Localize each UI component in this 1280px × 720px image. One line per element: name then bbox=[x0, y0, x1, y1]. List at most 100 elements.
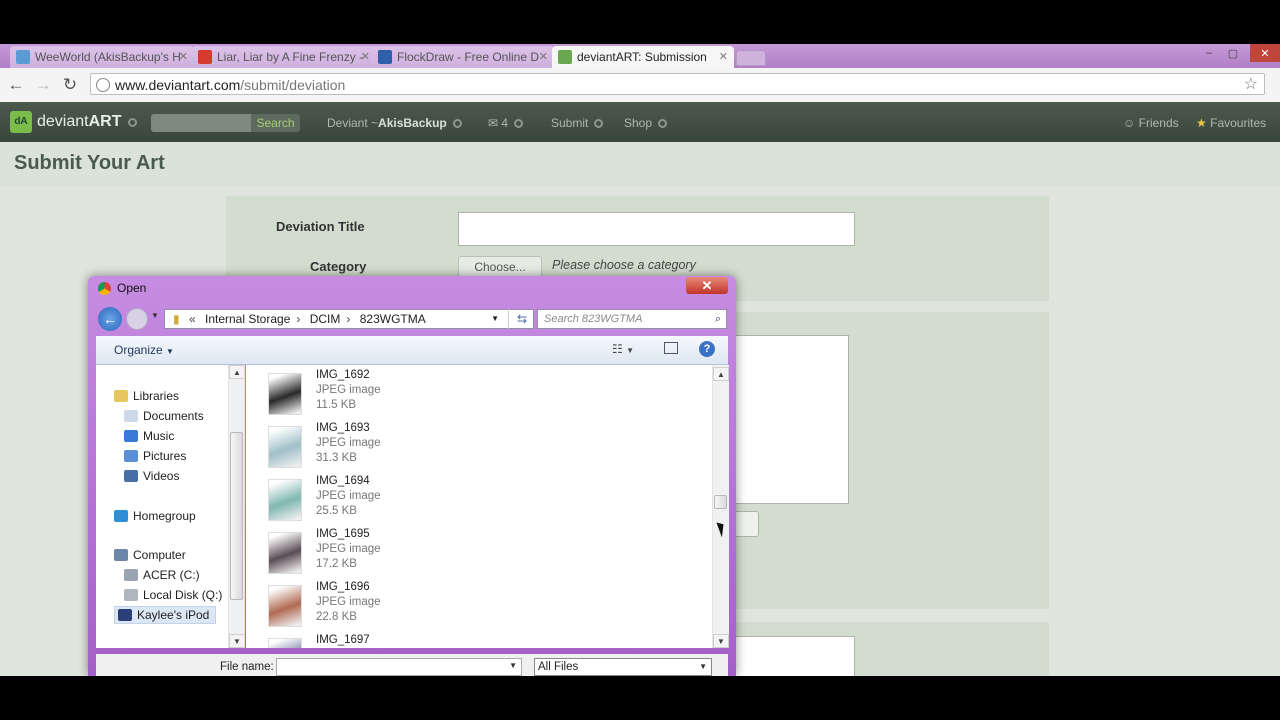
file-thumbnail bbox=[268, 479, 302, 521]
scroll-up-icon[interactable]: ▲ bbox=[713, 367, 729, 381]
deviantart-logo[interactable]: dA deviant ART bbox=[10, 111, 121, 133]
file-type-select[interactable]: All Files ▼ bbox=[534, 658, 712, 676]
file-item-img-1692[interactable]: IMG_1692 JPEG image 11.5 KB bbox=[264, 369, 524, 419]
file-type-value: All Files bbox=[538, 661, 579, 673]
preview-pane-icon[interactable] bbox=[664, 342, 678, 354]
breadcrumb-separator-icon[interactable]: › bbox=[346, 312, 350, 326]
close-tab-icon[interactable]: ✕ bbox=[539, 50, 548, 63]
file-list-scrollbar[interactable]: ▲ ▼ bbox=[712, 365, 729, 648]
tab-flockdraw[interactable]: FlockDraw - Free Online D ✕ bbox=[372, 46, 554, 68]
nav-libraries[interactable]: Libraries bbox=[114, 389, 179, 403]
scroll-up-icon[interactable]: ▲ bbox=[229, 365, 244, 379]
logo-text-bold: ART bbox=[88, 113, 122, 130]
reload-icon[interactable]: ↻ bbox=[60, 75, 80, 95]
chevron-down-icon bbox=[514, 119, 524, 129]
description-input[interactable] bbox=[726, 636, 855, 676]
minimize-button[interactable]: – bbox=[1198, 44, 1220, 62]
nav-pictures[interactable]: Pictures bbox=[124, 449, 186, 463]
nav-videos[interactable]: Videos bbox=[124, 469, 179, 483]
file-name-input[interactable]: ▼ bbox=[276, 658, 522, 676]
submit-menu[interactable]: Submit bbox=[551, 114, 604, 132]
file-item-img-1693[interactable]: IMG_1693 JPEG image 31.3 KB bbox=[264, 422, 524, 472]
nav-computer[interactable]: Computer bbox=[114, 548, 186, 562]
nav-label: Videos bbox=[143, 469, 180, 483]
nav-homegroup[interactable]: Homegroup bbox=[114, 509, 196, 523]
change-view-button[interactable]: ☷ ▼ bbox=[612, 342, 634, 356]
dialog-titlebar: Open bbox=[98, 281, 146, 295]
logo-menu-icon[interactable] bbox=[128, 118, 137, 127]
scroll-down-icon[interactable]: ▼ bbox=[229, 634, 244, 648]
bookmark-star-icon[interactable]: ☆ bbox=[1244, 74, 1258, 96]
nav-acer-drive[interactable]: ACER (C:) bbox=[124, 568, 200, 582]
dialog-search-input[interactable]: Search 823WGTMA ⌕ bbox=[537, 309, 727, 329]
browser-tab-strip: WeeWorld (AkisBackup's H ✕ Liar, Liar by… bbox=[0, 44, 1280, 68]
choose-category-button[interactable]: Choose... bbox=[458, 256, 542, 278]
back-arrow-icon[interactable]: ← bbox=[6, 75, 26, 95]
tab-title: Liar, Liar by A Fine Frenzy - bbox=[217, 50, 364, 64]
file-name: IMG_1692 bbox=[316, 369, 370, 381]
back-arrow-icon[interactable]: ← bbox=[98, 307, 122, 331]
close-tab-icon[interactable]: ✕ bbox=[179, 50, 188, 63]
forward-arrow-icon[interactable] bbox=[126, 308, 148, 330]
tab-weeworld[interactable]: WeeWorld (AkisBackup's H ✕ bbox=[10, 46, 194, 68]
organize-button[interactable]: Organize ▼ bbox=[114, 343, 174, 357]
friends-link[interactable]: ☺ Friends bbox=[1123, 114, 1179, 132]
chevron-down-icon[interactable]: ▼ bbox=[509, 661, 517, 670]
videos-icon bbox=[124, 470, 138, 482]
recent-locations-chevron-icon[interactable]: ▼ bbox=[151, 311, 159, 320]
file-list-scroll-thumb[interactable] bbox=[714, 495, 727, 509]
help-icon[interactable]: ? bbox=[699, 341, 715, 357]
deviation-title-input[interactable] bbox=[458, 212, 855, 246]
nav-documents[interactable]: Documents bbox=[124, 409, 204, 423]
nav-pane-scrollbar[interactable]: ▲ ▼ bbox=[228, 365, 244, 648]
maximize-button[interactable]: ▢ bbox=[1222, 44, 1244, 62]
nav-label: Homegroup bbox=[133, 509, 196, 523]
close-tab-icon[interactable]: ✕ bbox=[361, 50, 370, 63]
close-window-button[interactable]: ✕ bbox=[1250, 44, 1280, 62]
nav-label: Libraries bbox=[133, 389, 180, 403]
search-icon: ⌕ bbox=[714, 313, 721, 325]
messages-menu[interactable]: ✉ 4 bbox=[488, 114, 524, 132]
site-search-input[interactable] bbox=[151, 114, 251, 132]
tab-title: WeeWorld (AkisBackup's H bbox=[35, 50, 181, 64]
pictures-icon bbox=[124, 450, 138, 462]
dialog-nav-row: ← ▼ ▮ « Internal Storage › DCIM › 823WGTMA… bbox=[96, 306, 728, 332]
envelope-icon: ✉ bbox=[488, 116, 499, 130]
shop-menu[interactable]: Shop bbox=[624, 114, 668, 132]
file-item-img-1696[interactable]: IMG_1696 JPEG image 22.8 KB bbox=[264, 581, 524, 631]
site-search-button[interactable]: Search bbox=[251, 114, 300, 132]
breadcrumb-overflow[interactable]: « bbox=[189, 312, 196, 326]
address-dropdown-icon[interactable]: ▼ bbox=[491, 310, 499, 328]
close-tab-icon[interactable]: ✕ bbox=[719, 50, 728, 63]
favourites-link[interactable]: ★ Favourites bbox=[1196, 114, 1266, 132]
breadcrumb-separator-icon[interactable]: › bbox=[296, 312, 300, 326]
tab-youtube[interactable]: Liar, Liar by A Fine Frenzy - ✕ bbox=[192, 46, 376, 68]
nav-scroll-thumb[interactable] bbox=[230, 432, 243, 600]
forward-arrow-icon[interactable]: → bbox=[33, 75, 53, 95]
page-header: Submit Your Art bbox=[0, 142, 1280, 186]
tab-deviantart[interactable]: deviantART: Submission ✕ bbox=[552, 46, 734, 68]
search-placeholder: Search 823WGTMA bbox=[544, 313, 643, 325]
new-tab-button[interactable] bbox=[736, 50, 766, 66]
dialog-close-button[interactable]: ✕ bbox=[686, 277, 728, 294]
nav-kaylees-ipod[interactable]: Kaylee's iPod bbox=[114, 606, 217, 624]
breadcrumb-dcim[interactable]: DCIM bbox=[310, 312, 341, 326]
file-item-img-1695[interactable]: IMG_1695 JPEG image 17.2 KB bbox=[264, 528, 524, 578]
file-size: 25.5 KB bbox=[316, 505, 357, 517]
nav-local-disk[interactable]: Local Disk (Q:) bbox=[124, 588, 222, 602]
scroll-down-icon[interactable]: ▼ bbox=[713, 634, 729, 648]
refresh-icon[interactable]: ⇆ bbox=[508, 309, 535, 329]
view-icon: ☷ bbox=[612, 342, 623, 356]
file-item-img-1697[interactable]: IMG_1697 bbox=[264, 634, 524, 648]
nav-label: Documents bbox=[143, 409, 204, 423]
computer-icon bbox=[114, 549, 128, 561]
address-bar[interactable]: www.deviantart.com/submit/deviation ☆ bbox=[90, 73, 1265, 95]
deviant-menu[interactable]: Deviant ~AkisBackup bbox=[327, 114, 462, 132]
file-drop-area[interactable] bbox=[726, 335, 849, 504]
breadcrumb-internal-storage[interactable]: Internal Storage bbox=[205, 312, 290, 326]
breadcrumb-current-folder[interactable]: 823WGTMA bbox=[360, 312, 426, 326]
nav-music[interactable]: Music bbox=[124, 429, 174, 443]
file-thumbnail bbox=[268, 638, 302, 648]
file-item-img-1694[interactable]: IMG_1694 JPEG image 25.5 KB bbox=[264, 475, 524, 525]
dialog-address-bar[interactable]: ▮ « Internal Storage › DCIM › 823WGTMA ▼ bbox=[164, 309, 534, 329]
